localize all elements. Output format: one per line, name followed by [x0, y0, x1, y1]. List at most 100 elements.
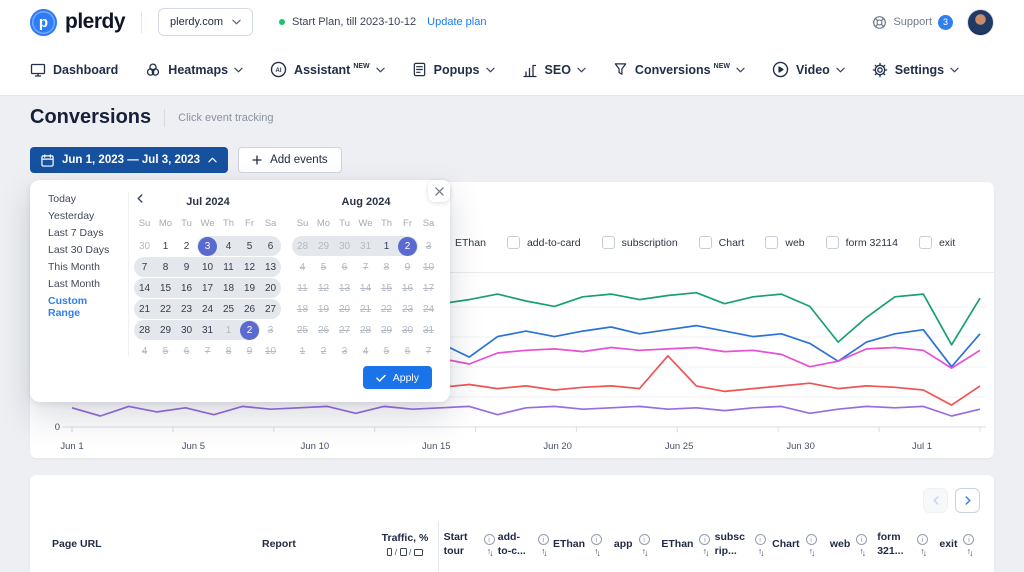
info-icon[interactable]: i [755, 534, 766, 545]
calendar-day[interactable]: 14 [355, 278, 376, 298]
calendar-day[interactable]: 28 [355, 320, 376, 340]
sort-arrows-icon[interactable]: ↑↓ [642, 546, 647, 556]
calendar-day[interactable]: 25 [218, 299, 239, 319]
column-label[interactable]: EThan [553, 538, 585, 552]
phone-icon[interactable] [387, 548, 392, 556]
info-icon[interactable]: i [963, 534, 974, 545]
sort-arrows-icon[interactable]: ↑↓ [859, 546, 864, 556]
calendar-day[interactable]: 6 [397, 341, 418, 361]
calendar-day[interactable]: 8 [218, 341, 239, 361]
calendar-day[interactable]: 1 [218, 320, 239, 340]
calendar-day[interactable]: 2 [239, 320, 260, 340]
calendar-day[interactable]: 20 [334, 299, 355, 319]
calendar-day[interactable]: 4 [218, 236, 239, 256]
tablet-icon[interactable] [400, 548, 407, 556]
brand[interactable]: p plerdy [30, 9, 125, 36]
nav-item-dashboard[interactable]: Dashboard [30, 62, 118, 78]
calendar-day[interactable]: 9 [176, 257, 197, 277]
calendar-day[interactable]: 18 [292, 299, 313, 319]
calendar-day[interactable]: 28 [134, 320, 155, 340]
calendar-day[interactable]: 30 [134, 236, 155, 256]
calendar-day[interactable]: 1 [376, 236, 397, 256]
calendar-day[interactable]: 3 [334, 341, 355, 361]
calendar-day[interactable]: 29 [313, 236, 334, 256]
calendar-day[interactable]: 22 [155, 299, 176, 319]
preset-custom-range[interactable]: Custom Range [30, 292, 128, 321]
calendar-day[interactable]: 31 [197, 320, 218, 340]
calendar-day[interactable]: 1 [155, 236, 176, 256]
calendar-day[interactable]: 22 [376, 299, 397, 319]
calendar-day[interactable]: 18 [218, 278, 239, 298]
calendar-day[interactable]: 5 [239, 236, 260, 256]
checkbox-icon[interactable] [826, 236, 839, 249]
calendar-day[interactable]: 13 [260, 257, 281, 277]
preset-yesterday[interactable]: Yesterday [30, 207, 128, 224]
calendar-day[interactable]: 6 [334, 257, 355, 277]
info-icon[interactable]: i [538, 534, 549, 545]
nav-item-seo[interactable]: SEO [522, 62, 586, 78]
column-label[interactable]: Chart [772, 538, 799, 552]
info-icon[interactable]: i [484, 534, 495, 545]
column-label[interactable]: Start tour [444, 531, 478, 558]
calendar-day[interactable]: 19 [239, 278, 260, 298]
calendar-day[interactable]: 19 [313, 299, 334, 319]
calendar-day[interactable]: 11 [218, 257, 239, 277]
calendar-day[interactable]: 4 [292, 257, 313, 277]
sort-arrows-icon[interactable]: ↑↓ [920, 546, 925, 556]
calendar-day[interactable]: 15 [155, 278, 176, 298]
calendar-day[interactable]: 7 [134, 257, 155, 277]
domain-select[interactable]: plerdy.com [158, 8, 253, 36]
device-filter-icons[interactable]: // [387, 548, 422, 557]
info-icon[interactable]: i [699, 534, 710, 545]
calendar-day[interactable]: 23 [397, 299, 418, 319]
calendar-day[interactable]: 24 [197, 299, 218, 319]
calendar-day[interactable]: 15 [376, 278, 397, 298]
user-avatar[interactable] [967, 9, 994, 36]
column-label[interactable]: add-to-c... [498, 531, 532, 558]
calendar-day[interactable]: 1 [292, 341, 313, 361]
calendar-day[interactable]: 26 [239, 299, 260, 319]
calendar-day[interactable]: 16 [176, 278, 197, 298]
info-icon[interactable]: i [856, 534, 867, 545]
calendar-day[interactable]: 2 [313, 341, 334, 361]
calendar-day[interactable]: 21 [355, 299, 376, 319]
calendar-day[interactable]: 31 [418, 320, 439, 340]
calendar-day[interactable]: 3 [418, 236, 439, 256]
nav-item-settings[interactable]: Settings [872, 62, 959, 78]
calendar-prev-icon[interactable] [136, 194, 144, 203]
calendar-day[interactable]: 5 [376, 341, 397, 361]
calendar-day[interactable]: 23 [176, 299, 197, 319]
calendar-day[interactable]: 3 [260, 320, 281, 340]
support-button[interactable]: Support 3 [872, 15, 953, 30]
checkbox-icon[interactable] [919, 236, 932, 249]
preset-today[interactable]: Today [30, 190, 128, 207]
calendar-day[interactable]: 17 [197, 278, 218, 298]
calendar-day[interactable]: 26 [313, 320, 334, 340]
preset-last-7-days[interactable]: Last 7 Days [30, 224, 128, 241]
calendar-day[interactable]: 29 [155, 320, 176, 340]
legend-item-form-32114[interactable]: form 32114 [826, 236, 898, 249]
sort-arrows-icon[interactable]: ↑↓ [758, 546, 763, 556]
apply-button[interactable]: Apply [363, 366, 432, 389]
nav-item-conversions[interactable]: Conversions NEW [613, 62, 745, 77]
add-events-button[interactable]: Add events [238, 147, 342, 173]
next-page-button[interactable] [955, 488, 980, 513]
calendar-day[interactable]: 11 [292, 278, 313, 298]
calendar-day[interactable]: 4 [134, 341, 155, 361]
sort-arrows-icon[interactable]: ↑↓ [967, 546, 972, 556]
calendar-day[interactable]: 20 [260, 278, 281, 298]
legend-item-add-to-card[interactable]: add-to-card [507, 236, 581, 249]
calendar-day[interactable]: 16 [397, 278, 418, 298]
calendar-day[interactable]: 2 [397, 236, 418, 256]
preset-this-month[interactable]: This Month [30, 258, 128, 275]
calendar-day[interactable]: 29 [376, 320, 397, 340]
column-label[interactable]: form 321... [877, 531, 911, 558]
checkbox-icon[interactable] [507, 236, 520, 249]
calendar-day[interactable]: 8 [376, 257, 397, 277]
sort-arrows-icon[interactable]: ↑↓ [809, 546, 814, 556]
calendar-day[interactable]: 5 [155, 341, 176, 361]
calendar-day[interactable]: 10 [418, 257, 439, 277]
date-range-button[interactable]: Jun 1, 2023 — Jul 3, 2023 [30, 147, 228, 173]
calendar-day[interactable]: 14 [134, 278, 155, 298]
info-icon[interactable]: i [591, 534, 602, 545]
